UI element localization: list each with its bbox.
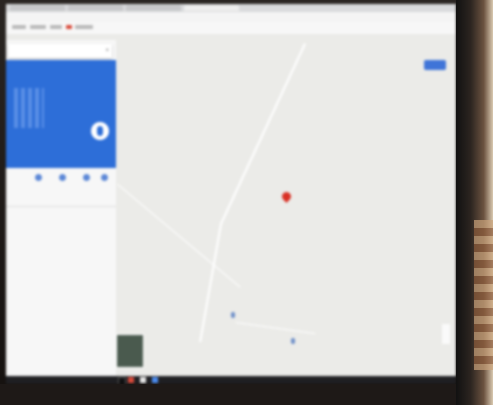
place-hero-card (6, 60, 116, 168)
start-icon[interactable] (118, 377, 126, 384)
app-icon[interactable] (128, 377, 134, 383)
directions-button[interactable] (91, 122, 109, 140)
map-road (235, 322, 316, 335)
place-marker-icon[interactable] (231, 312, 235, 318)
sign-in-button[interactable] (424, 60, 446, 70)
share-icon (100, 174, 108, 181)
action-save[interactable] (26, 174, 50, 183)
os-taskbar (6, 376, 456, 384)
browser-tab[interactable] (68, 5, 123, 11)
divider (6, 206, 116, 207)
bookmark-item[interactable] (75, 25, 93, 29)
search-input[interactable]: × (8, 44, 112, 58)
monitor-bezel (0, 384, 493, 405)
monitor-photo: × (0, 0, 493, 405)
action-share[interactable] (92, 174, 116, 183)
chrome-icon[interactable] (152, 377, 158, 383)
browser-tab-active[interactable] (184, 5, 239, 11)
map-road (117, 184, 241, 288)
bookmark-item[interactable] (66, 25, 72, 29)
bookmark-item[interactable] (50, 25, 62, 29)
save-icon (34, 174, 42, 181)
map-road (199, 223, 222, 343)
directions-icon (97, 126, 103, 136)
bookmark-item[interactable] (30, 25, 46, 29)
background-edge (456, 0, 493, 405)
location-pin-icon[interactable] (280, 190, 293, 204)
bookmarks-bar (6, 22, 456, 34)
close-icon[interactable]: × (105, 44, 109, 58)
action-nearby[interactable] (50, 174, 74, 183)
place-marker-icon[interactable] (291, 338, 295, 344)
app-icon[interactable] (140, 377, 146, 383)
place-details-panel: × (6, 40, 116, 376)
map-road (220, 43, 306, 226)
browser-tab[interactable] (10, 5, 65, 11)
satellite-layer-toggle[interactable] (116, 334, 144, 368)
browser-tab-strip (6, 4, 456, 12)
screen: × (6, 4, 456, 384)
send-to-phone-icon (82, 174, 90, 181)
place-actions (6, 174, 116, 204)
zoom-control[interactable] (442, 324, 450, 344)
place-photo[interactable] (14, 88, 44, 128)
bookmark-item[interactable] (12, 25, 26, 29)
nearby-icon (58, 174, 66, 181)
browser-tab[interactable] (126, 5, 181, 11)
